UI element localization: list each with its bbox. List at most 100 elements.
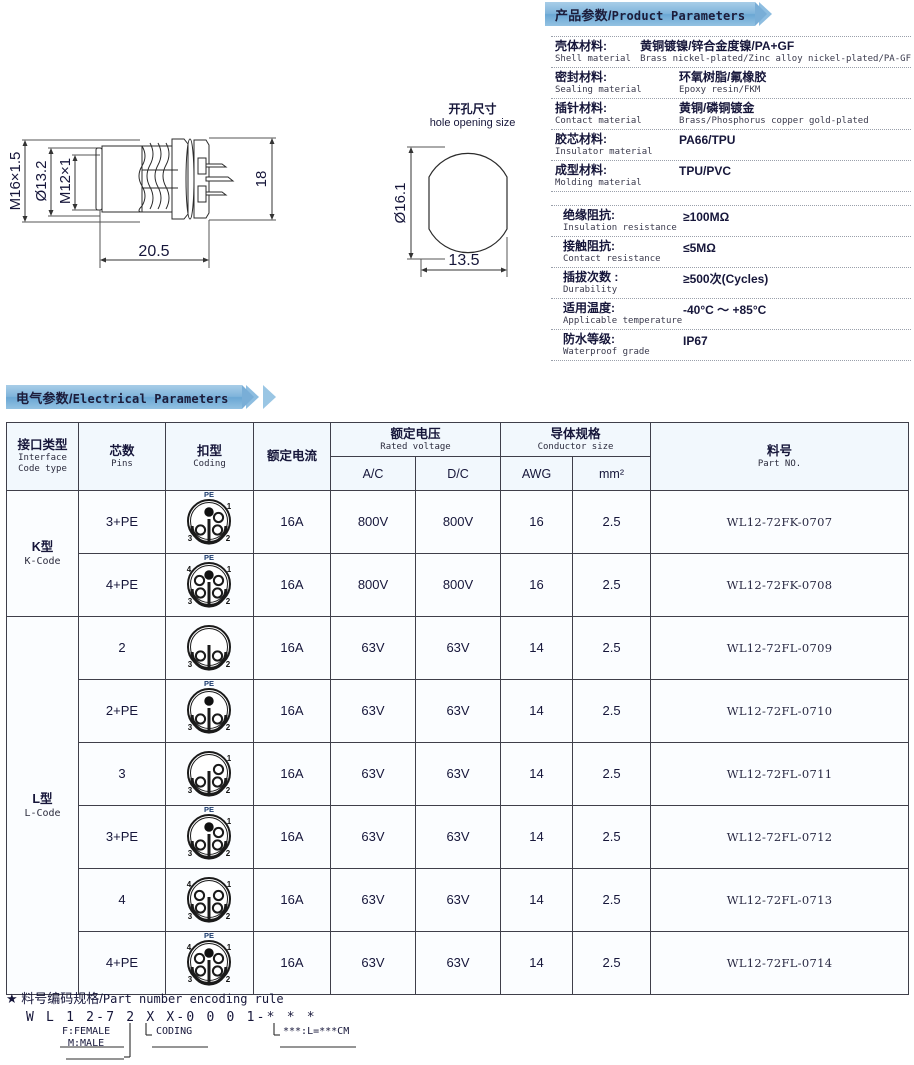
row-value: IP67 [683,334,708,348]
cell-current: 16A [253,868,331,932]
row-value: 黄铜镀镍/锌合金度镍/PA+GF Brass nickel-plated/Zin… [640,39,911,64]
interface-type-en: K-Code [24,556,61,567]
cell-voltage-ac: 63V [330,868,416,932]
svg-text:1: 1 [226,754,231,763]
table-row: 插拔次数 : Durability ≥500次(Cycles) [551,267,911,298]
table-row: 3 1 2 3 16A 63V 63V 14 2.5 WL12-72FL-0711 [7,742,910,806]
cell-mm2: 2.5 [572,742,652,806]
table-row: 防水等级: Waterproof grade IP67 [551,329,911,361]
cell-voltage-ac: 63V [330,805,416,869]
header-voltage: 额定电压 Rated voltage [329,422,502,457]
row-value: ≥500次(Cycles) [683,272,769,286]
encoding-note-male: M:MALE [68,1038,104,1049]
cell-mm2: 2.5 [572,616,652,680]
svg-text:1: 1 [226,502,231,511]
cell-interface-type: K型 K-Code [6,490,79,617]
cell-current: 16A [253,805,331,869]
cell-pins: 2+PE [78,679,166,743]
row-label: 接触阻抗: Contact resistance [563,239,661,264]
cell-awg: 14 [500,742,574,806]
cell-mm2: 2.5 [572,553,652,617]
svg-text:3: 3 [187,534,192,543]
cell-interface-type: L型 L-Code [6,616,79,995]
cell-pins: 3+PE [78,490,166,554]
svg-text:2: 2 [225,849,230,858]
svg-text:3: 3 [187,849,192,858]
header-interface: 接口类型 Interface Code type [6,422,79,491]
cell-awg: 16 [500,553,574,617]
product-specs-table: 绝缘阻抗: Insulation resistance ≥100MΩ 接触阻抗:… [551,205,911,361]
cell-part-number: WL12-72FK-0707 [650,490,910,554]
row-label: 插拔次数 : Durability [563,270,619,295]
svg-text:4: 4 [186,565,191,574]
svg-text:4: 4 [186,943,191,952]
datasheet-page: 产品参数/Product Parameters 壳体材料: Shell mate… [0,0,914,1065]
table-row: 绝缘阻抗: Insulation resistance ≥100MΩ [551,205,911,236]
table-row: 2+PE PE 2 3 16A 63V 63V 14 2.5 WL12-72FL-0710 [7,679,910,743]
svg-text:3: 3 [187,786,192,795]
svg-text:2: 2 [225,660,230,669]
cell-mm2: 2.5 [572,805,652,869]
dim-height: 18 [253,171,270,188]
cell-voltage-dc: 63V [414,931,502,995]
svg-text:PE: PE [203,491,213,499]
cell-current: 16A [253,490,331,554]
header-current: 额定电流 [253,422,331,491]
interface-type-cn: L型 [32,792,53,806]
cell-awg: 14 [500,805,574,869]
cell-current: 16A [253,679,331,743]
cell-coding: PE 1 2 3 [165,490,254,554]
svg-text:3: 3 [187,723,192,732]
table-row: 密封材料: Sealing material 环氧树脂/氟橡胶 Epoxy re… [551,67,911,98]
cell-coding: 1 2 3 4 [165,868,254,932]
svg-text:1: 1 [226,880,231,889]
header-conductor: 导体规格 Conductor size [500,422,652,457]
row-label: 胶芯材料: Insulator material [555,132,653,157]
product-parameters-banner: 产品参数/Product Parameters [545,2,772,26]
hole-title-en: hole opening size [429,117,516,129]
electrical-parameters-table: 接口类型 Interface Code type 芯数 Pins 扣型 Codi… [6,422,910,995]
cell-coding: PE 1 2 3 4 [165,931,254,995]
row-label: 适用温度: Applicable temperature [563,301,683,326]
cell-awg: 14 [500,868,574,932]
cell-part-number: WL12-72FL-0711 [650,742,910,806]
chevron-icon [263,385,276,409]
cell-voltage-dc: 63V [414,805,502,869]
svg-text:3: 3 [187,912,192,921]
cell-awg: 14 [500,616,574,680]
connector-side-view-drawing: M16×1.5 Ø13.2 M12×1 18 20.5 [7,137,276,268]
cell-pins: 3 [78,742,166,806]
cell-voltage-ac: 63V [330,931,416,995]
cell-part-number: WL12-72FL-0710 [650,679,910,743]
dim-thread-inner: M12×1 [57,158,74,204]
row-value: -40°C ～ +85°C [683,303,767,317]
dim-thread-outer: M16×1.5 [7,152,24,211]
row-label: 壳体材料: Shell material [555,39,631,64]
coding-diagram-l4pe: PE 1 2 3 4 [186,932,231,986]
electrical-parameters-banner: 电气参数/Electrical Parameters [6,385,276,409]
svg-text:PE: PE [203,554,213,562]
hole-title-cn: 开孔尺寸 [448,102,497,116]
header-conductor-awg: AWG [500,456,574,491]
interface-type-cn: K型 [31,540,54,554]
banner-title: 产品参数/Product Parameters [555,7,746,23]
table-row: K型 K-Code 3+PE PE 1 2 3 16A 800V 800V 16 2.5 WL12-72… [6,490,910,617]
svg-text:1: 1 [226,943,231,952]
row-label: 绝缘阻抗: Insulation resistance [563,208,677,233]
header-voltage-dc: D/C [414,456,502,491]
cell-coding: 23 [165,616,254,680]
cell-coding: PE 1 2 3 4 [165,553,254,617]
table-row: 4+PE PE 1 2 3 4 16A 63V 63V 14 2.5 WL12-72FL-0714 [7,931,910,995]
banner-title: 电气参数/Electrical Parameters [16,390,229,406]
cell-current: 16A [253,553,331,617]
hole-opening-drawing: 开孔尺寸 hole opening size Ø16.1 13.5 [385,100,565,279]
interface-type-en: L-Code [24,808,61,819]
coding-diagram-l2pe: PE 2 3 [186,680,231,734]
dim-hole-diameter: Ø16.1 [392,183,409,224]
header-conductor-mm2: mm² [572,456,652,491]
table-header-row: 接口类型 Interface Code type 芯数 Pins 扣型 Codi… [6,422,910,491]
header-coding: 扣型 Coding [165,422,254,491]
cell-part-number: WL12-72FL-0712 [650,805,910,869]
encoding-note-female: F:FEMALE [62,1026,110,1037]
row-value: ≤5MΩ [683,241,716,255]
